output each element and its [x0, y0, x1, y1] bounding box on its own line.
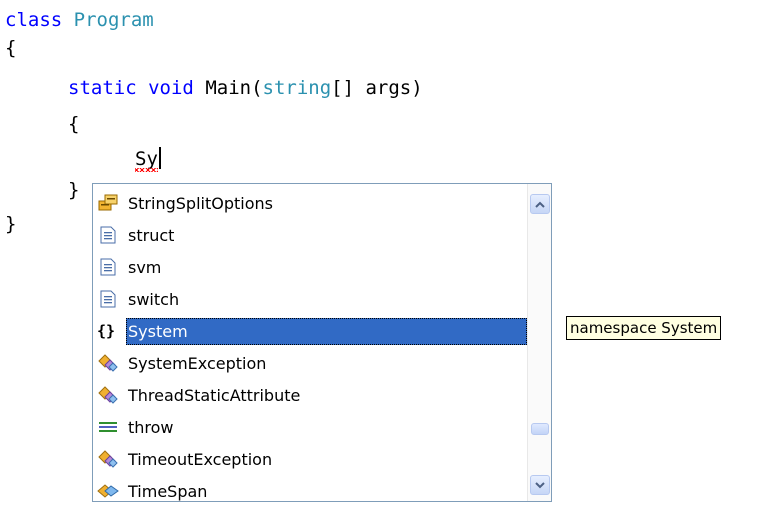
code-line-open-brace: { — [5, 34, 16, 62]
class-icon — [97, 384, 119, 406]
scroll-down-button[interactable] — [530, 475, 550, 495]
completion-item-label: SystemException — [128, 353, 267, 373]
scroll-thumb[interactable] — [531, 423, 549, 435]
completion-item[interactable]: ThreadStaticAttribute — [93, 379, 527, 411]
code-line-inner-close-brace: } — [68, 176, 79, 204]
completion-item-label: switch — [128, 289, 180, 309]
completion-item-label: StringSplitOptions — [128, 193, 273, 213]
completion-item[interactable]: struct — [93, 219, 527, 251]
completion-item-label: ThreadStaticAttribute — [128, 385, 301, 405]
keyword-class: class — [5, 9, 63, 31]
namespace-icon: {} — [97, 320, 119, 342]
completion-list[interactable]: StringSplitOptions struct svm switch {} … — [92, 183, 552, 502]
completion-item-label: svm — [128, 257, 162, 277]
code-line-main: static void Main(string[] args) — [68, 74, 423, 102]
completion-item[interactable]: throw — [93, 411, 527, 443]
typed-value: Sy — [135, 148, 158, 170]
code-line-class: class Program — [5, 6, 154, 34]
code-line-typing: Sy — [135, 145, 161, 173]
brace-open: { — [5, 37, 17, 59]
chevron-up-icon — [535, 201, 545, 208]
completion-item-label: TimeoutException — [128, 449, 273, 469]
keyword-void: void — [148, 77, 194, 99]
text-caret — [158, 147, 161, 169]
brace-close-inner: } — [68, 179, 80, 201]
tooltip-text: namespace System — [570, 319, 718, 337]
snippet-icon — [97, 224, 119, 246]
completion-item-label: struct — [128, 225, 175, 245]
completion-item[interactable]: StringSplitOptions — [93, 187, 527, 219]
keyword-static: static — [68, 77, 137, 99]
completion-scrollbar[interactable] — [527, 184, 551, 501]
brace-open-inner: { — [68, 113, 80, 135]
completion-item[interactable]: SystemException — [93, 347, 527, 379]
snippet-icon — [97, 256, 119, 278]
type-program: Program — [73, 9, 154, 31]
completion-items: StringSplitOptions struct svm switch {} … — [93, 187, 527, 507]
method-params: [] args) — [331, 77, 423, 99]
enum-icon — [97, 192, 119, 214]
svg-text:{}: {} — [97, 322, 115, 340]
completion-item-selected[interactable]: {} System — [93, 315, 527, 347]
code-line-inner-open-brace: { — [68, 110, 79, 138]
completion-item[interactable]: TimeSpan — [93, 475, 527, 507]
struct-icon — [97, 480, 119, 502]
class-icon — [97, 448, 119, 470]
method-name: Main( — [205, 77, 263, 99]
error-squiggle — [135, 168, 158, 172]
completion-item[interactable]: svm — [93, 251, 527, 283]
completion-item[interactable]: TimeoutException — [93, 443, 527, 475]
completion-item-label: throw — [128, 417, 174, 437]
completion-item[interactable]: switch — [93, 283, 527, 315]
typed-text: Sy — [135, 145, 158, 173]
completion-item-label: System — [126, 317, 527, 345]
completion-item-label: TimeSpan — [128, 481, 208, 501]
keyword-icon — [97, 416, 119, 438]
quickinfo-tooltip: namespace System — [566, 316, 722, 340]
brace-close: } — [5, 213, 17, 235]
snippet-icon — [97, 288, 119, 310]
class-icon — [97, 352, 119, 374]
code-line-close-brace: } — [5, 210, 16, 238]
scroll-up-button[interactable] — [530, 194, 550, 214]
type-string: string — [262, 77, 332, 99]
chevron-down-icon — [535, 481, 545, 488]
